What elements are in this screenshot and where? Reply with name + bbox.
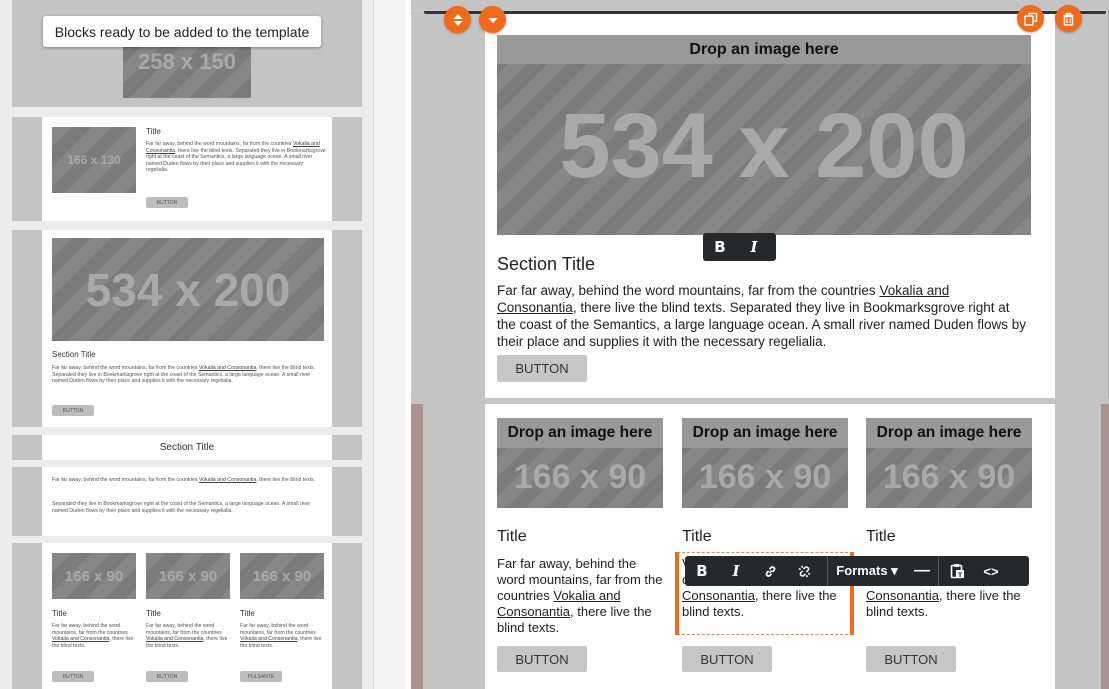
editor-canvas: Drop an image here 534 x 200 Section Tit…: [411, 0, 1109, 689]
image-placeholder: 534 x 200: [52, 238, 324, 341]
paste-text-icon[interactable]: T: [939, 556, 975, 586]
column-title[interactable]: Title: [682, 528, 712, 546]
column-title: Title: [146, 609, 161, 618]
drop-image-label: Drop an image here: [866, 418, 1032, 448]
unlink-icon[interactable]: [787, 556, 821, 586]
active-text-marker-left: [675, 552, 679, 635]
up-down-arrows-icon[interactable]: [444, 6, 471, 33]
trash-icon[interactable]: [1055, 5, 1082, 32]
title-format-toolbar: B I: [703, 233, 776, 261]
block-text-only[interactable]: Far far away, behind the word mountains,…: [12, 467, 362, 536]
block-button: BUTTON: [52, 405, 94, 416]
formats-dropdown[interactable]: Formats ▾: [828, 556, 906, 586]
column-text: Far far away, behind the word mountains,…: [240, 623, 322, 649]
horizontal-rule-button[interactable]: —: [906, 556, 938, 586]
column-text: Far far away, behind the word mountains,…: [146, 623, 228, 649]
column-button[interactable]: BUTTON: [497, 646, 587, 672]
column-title[interactable]: Title: [866, 528, 896, 546]
column-title: Title: [52, 609, 67, 618]
column-title: Title: [240, 609, 255, 618]
block-big-image[interactable]: 534 x 200 Section Title Far far away, be…: [12, 230, 362, 427]
drop-image-label: Drop an image here: [682, 418, 848, 448]
image-placeholder: 166 x 90: [52, 553, 136, 599]
canvas-margin-left: [411, 398, 423, 689]
chevron-down-icon[interactable]: [479, 6, 506, 33]
blocks-tooltip: Blocks ready to be added to the template: [43, 16, 321, 47]
source-code-icon[interactable]: <>: [975, 556, 1007, 586]
block-three-columns[interactable]: 166 x 90 166 x 90 166 x 90 Title Title T…: [12, 543, 362, 689]
bold-button[interactable]: B: [685, 556, 719, 586]
placeholder-size-label: 534 x 200: [85, 263, 291, 316]
drop-image-label: Drop an image here: [497, 418, 663, 448]
column-button[interactable]: BUTTON: [866, 646, 956, 672]
placeholder-size-label: 166 x 90: [882, 457, 1016, 496]
block-title: Title: [146, 127, 161, 136]
placeholder-size-label: 534 x 200: [559, 94, 969, 197]
image-drop-zone[interactable]: Drop an image here 166 x 90: [682, 418, 848, 508]
block-image-text[interactable]: 166 x 130 Title Far far away, behind the…: [12, 117, 362, 221]
section-button[interactable]: BUTTON: [497, 355, 587, 382]
section-text[interactable]: Far far away, behind the word mountains,…: [497, 282, 1032, 350]
block-title: Section Title: [42, 435, 332, 460]
block-text-p1: Far far away, behind the word mountains,…: [52, 477, 316, 483]
placeholder-size-label: 258 x 150: [138, 48, 236, 74]
column-text[interactable]: Far far away, behind the word mountains,…: [497, 556, 663, 636]
placeholder-size-label: 166 x 90: [698, 457, 832, 496]
section-title[interactable]: Section Title: [497, 254, 595, 275]
image-drop-zone[interactable]: Drop an image here 166 x 90: [866, 418, 1032, 508]
italic-button[interactable]: I: [737, 233, 771, 261]
duplicate-icon[interactable]: [1017, 5, 1044, 32]
bold-button[interactable]: B: [703, 233, 737, 261]
column-text: Far far away, behind the word mountains,…: [52, 623, 134, 649]
image-placeholder: 166 x 90: [146, 553, 230, 599]
drop-image-label: Drop an image here: [497, 35, 1031, 64]
column-button[interactable]: BUTTON: [682, 646, 772, 672]
canvas-margin-right: [1101, 398, 1109, 689]
block-button: BUTTON: [146, 197, 188, 208]
image-placeholder: 166 x 130: [52, 127, 136, 193]
placeholder-size-label: 166 x 130: [67, 153, 121, 167]
block-title-only[interactable]: Section Title: [12, 435, 362, 460]
image-drop-zone[interactable]: Drop an image here 166 x 90: [497, 418, 663, 508]
block-text-p2: Separated they live in Bookmarksgrove ri…: [52, 501, 311, 514]
text-format-toolbar: B I Formats ▾ — T <>: [685, 556, 1029, 586]
link-icon[interactable]: [753, 556, 787, 586]
placeholder-size-label: 166 x 90: [513, 457, 647, 496]
column-button: BUTTON: [52, 671, 94, 682]
block-title: Section Title: [52, 350, 96, 359]
panel-scroll-edge: [373, 0, 405, 689]
main-section-block[interactable]: Drop an image here 534 x 200 Section Tit…: [485, 14, 1055, 398]
italic-button[interactable]: I: [719, 556, 753, 586]
three-column-block[interactable]: Drop an image here 166 x 90 Title Far fa…: [485, 404, 1055, 689]
column-button: PULSANTE: [240, 671, 282, 682]
block-text: Far far away, behind the word mountains,…: [52, 365, 316, 385]
block-text: Far far away, behind the word mountains,…: [146, 141, 326, 174]
image-placeholder: 166 x 90: [240, 553, 324, 599]
image-drop-zone[interactable]: Drop an image here 534 x 200: [497, 35, 1031, 235]
blocks-panel: 258 x 150 Blocks ready to be added to th…: [0, 0, 405, 689]
column-title[interactable]: Title: [497, 528, 527, 546]
column-button: BUTTON: [146, 671, 188, 682]
